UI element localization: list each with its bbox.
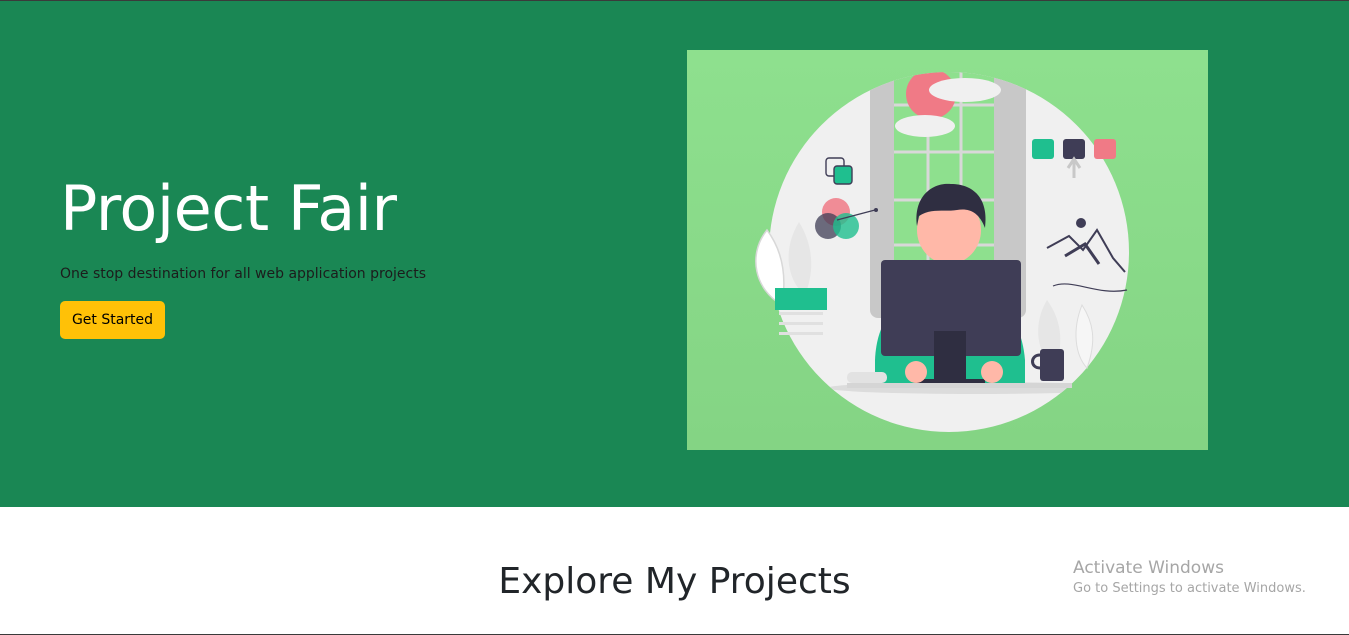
- explore-projects-heading: Explore My Projects: [498, 561, 851, 602]
- get-started-button[interactable]: Get Started: [60, 301, 165, 339]
- page: Project Fair One stop destination for al…: [0, 0, 1349, 635]
- hero-section: Project Fair One stop destination for al…: [0, 1, 1349, 507]
- hero-subtitle: One stop destination for all web applica…: [60, 266, 427, 282]
- hero-title: Project Fair: [60, 172, 397, 245]
- developer-at-desk-illustration: [687, 50, 1208, 450]
